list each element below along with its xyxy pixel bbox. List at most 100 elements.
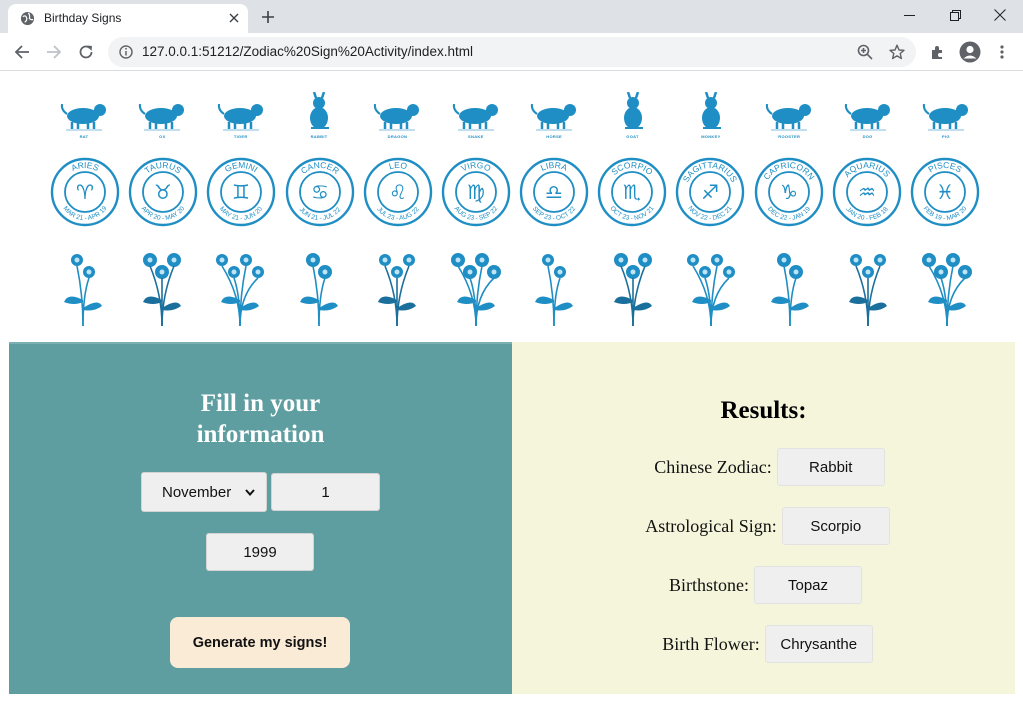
info-icon[interactable] bbox=[118, 44, 134, 60]
zodiac-stamp-libra-icon: LIBRA SEP 23 - OCT 22 ♎ bbox=[519, 157, 589, 227]
zodiac-animal: ROOSTER bbox=[755, 85, 823, 139]
zodiac-animal: RABBIT bbox=[285, 85, 353, 139]
zodiac-stamp-sagittarius-icon: SAGITTARIUS NOV 22 - DEC 21 ♐ bbox=[676, 157, 745, 227]
zodiac-animal: OX bbox=[128, 85, 196, 139]
birthstone-label: Birthstone: bbox=[669, 574, 749, 595]
birth-flower-icon bbox=[770, 253, 809, 327]
birth-flower-icon bbox=[216, 254, 265, 327]
astrological-sign-result: Astrological Sign: Scorpio bbox=[516, 507, 1019, 545]
birth-flower-icon-row bbox=[50, 238, 980, 334]
horse-icon bbox=[531, 103, 577, 131]
browser-menu-icon[interactable] bbox=[990, 40, 1014, 64]
new-tab-icon[interactable] bbox=[258, 7, 278, 27]
year-input[interactable]: 1999 bbox=[206, 533, 314, 571]
tab-title: Birthday Signs bbox=[44, 11, 122, 25]
chinese-zodiac-result: Chinese Zodiac: Rabbit bbox=[518, 448, 1021, 486]
zodiac-animal: RAT bbox=[50, 85, 118, 139]
chevron-down-icon bbox=[245, 489, 255, 497]
zodiac-animal-label: MONKEY bbox=[701, 134, 721, 139]
zodiac-stamp-cancer-icon: CANCER JUN 21 - JUL 22 ♋ bbox=[285, 157, 354, 227]
svg-text:♌: ♌ bbox=[389, 180, 407, 204]
back-icon[interactable] bbox=[10, 40, 34, 64]
svg-text:♑: ♑ bbox=[780, 180, 798, 204]
svg-text:♉: ♉ bbox=[154, 180, 172, 204]
extensions-icon[interactable] bbox=[926, 40, 950, 64]
birth-flower-value: Chrysanthe bbox=[764, 625, 873, 663]
zoom-icon[interactable] bbox=[856, 43, 874, 61]
birth-flower-icon bbox=[450, 253, 501, 327]
address-bar[interactable]: 127.0.0.1:51212/Zodiac%20Sign%20Activity… bbox=[108, 37, 916, 67]
form-title-line-1: Fill in your bbox=[200, 390, 321, 417]
zodiac-animal-label: PIG bbox=[942, 134, 950, 139]
svg-text:LEO: LEO bbox=[387, 160, 408, 171]
birth-flower-icon bbox=[849, 254, 888, 327]
results-title: Results: bbox=[720, 397, 807, 424]
zodiac-animal: TIGER bbox=[207, 85, 275, 139]
content-panels: Fill in your information November 1 1999… bbox=[9, 342, 1015, 694]
zodiac-stamp-scorpio-icon: SCORPIO OCT 23 - NOV 21 ♏ bbox=[598, 157, 667, 227]
restore-icon[interactable] bbox=[932, 0, 978, 30]
snake-icon bbox=[452, 103, 498, 131]
birth-flower-label: Birth Flower: bbox=[662, 633, 760, 654]
zodiac-stamp-taurus-icon: TAURUS APR 20 - MAY 20 ♉ bbox=[128, 157, 198, 227]
close-window-icon[interactable] bbox=[977, 0, 1023, 30]
chinese-zodiac-icon-row: RAT OX TIGER RABBIT DRAGON SNAKE HORSE GOAT MONK… bbox=[50, 84, 980, 140]
page-content: RAT OX TIGER RABBIT DRAGON SNAKE HORSE GOAT MONK… bbox=[0, 72, 1023, 720]
browser-tab[interactable]: Birthday Signs bbox=[8, 4, 248, 33]
dragon-icon bbox=[374, 103, 420, 131]
svg-text:♊: ♊ bbox=[232, 180, 250, 204]
zodiac-stamp-aries-icon: ARIES MAR 21 - APR 19 ♈ bbox=[50, 157, 120, 227]
zodiac-animal: PIG bbox=[912, 85, 980, 139]
zodiac-animal-label: HORSE bbox=[546, 134, 563, 139]
birth-flower-icon bbox=[142, 253, 181, 327]
ox-icon bbox=[139, 103, 185, 131]
astrological-sign-icon-row: ARIES MAR 21 - APR 19 ♈ TAURUS APR 20 - … bbox=[50, 154, 980, 230]
zodiac-animal: DRAGON bbox=[363, 85, 431, 139]
rabbit-icon bbox=[310, 92, 330, 129]
zodiac-animal: MONKEY bbox=[677, 85, 745, 139]
svg-text:♏: ♏ bbox=[623, 180, 641, 204]
svg-text:♐: ♐ bbox=[701, 180, 719, 204]
svg-text:♍: ♍ bbox=[467, 180, 485, 204]
zodiac-animal: GOAT bbox=[599, 85, 667, 139]
astrological-sign-label: Astrological Sign: bbox=[645, 515, 777, 536]
zodiac-animal-label: DOG bbox=[862, 134, 873, 139]
svg-text:CAPRICORN: CAPRICORN bbox=[761, 160, 816, 182]
generate-signs-button[interactable]: Generate my signs! bbox=[170, 617, 350, 668]
form-title: Fill in your information bbox=[9, 388, 512, 450]
minimize-icon[interactable] bbox=[886, 0, 932, 30]
birth-flower-result: Birth Flower: Chrysanthe bbox=[516, 625, 1019, 663]
goat-icon bbox=[623, 92, 643, 129]
input-form-panel: Fill in your information November 1 1999… bbox=[9, 342, 512, 694]
close-tab-icon[interactable] bbox=[226, 10, 242, 26]
rat-icon bbox=[60, 103, 106, 131]
birth-flower-icon bbox=[378, 254, 417, 327]
month-selected-value: November bbox=[162, 483, 232, 501]
zodiac-animal: SNAKE bbox=[442, 85, 510, 139]
chinese-zodiac-value: Rabbit bbox=[776, 448, 885, 486]
birth-flower-icon bbox=[64, 254, 102, 327]
birth-flower-icon bbox=[535, 254, 574, 327]
results-panel: Results: Chinese Zodiac: Rabbit Astrolog… bbox=[512, 342, 1015, 694]
forward-icon[interactable] bbox=[42, 40, 66, 64]
browser-tab-strip: Birthday Signs bbox=[0, 0, 1023, 33]
profile-avatar-icon[interactable] bbox=[958, 40, 982, 64]
astrological-sign-value: Scorpio bbox=[781, 507, 890, 545]
zodiac-animal-label: SNAKE bbox=[468, 134, 484, 139]
zodiac-animal-label: RABBIT bbox=[310, 134, 328, 139]
bookmark-star-icon[interactable] bbox=[888, 43, 906, 61]
day-input[interactable]: 1 bbox=[271, 473, 380, 511]
zodiac-animal-label: GOAT bbox=[626, 134, 639, 139]
reload-icon[interactable] bbox=[74, 40, 98, 64]
birth-flower-icon bbox=[299, 253, 338, 327]
svg-text:♋: ♋ bbox=[311, 180, 329, 204]
zodiac-stamp-leo-icon: LEO JUL 23 - AUG 22 ♌ bbox=[363, 157, 432, 227]
dog-icon bbox=[844, 103, 890, 131]
browser-toolbar: 127.0.0.1:51212/Zodiac%20Sign%20Activity… bbox=[0, 33, 1023, 71]
birth-flower-icon bbox=[687, 254, 736, 327]
zodiac-stamp-virgo-icon: VIRGO AUG 23 - SEP 22 ♍ bbox=[441, 157, 511, 227]
svg-text:♈: ♈ bbox=[76, 180, 94, 204]
month-select[interactable]: November bbox=[141, 472, 267, 512]
zodiac-animal-label: TIGER bbox=[233, 134, 248, 139]
zodiac-stamp-capricorn-icon: CAPRICORN DEC 22 - JAN 19 ♑ bbox=[754, 157, 823, 227]
